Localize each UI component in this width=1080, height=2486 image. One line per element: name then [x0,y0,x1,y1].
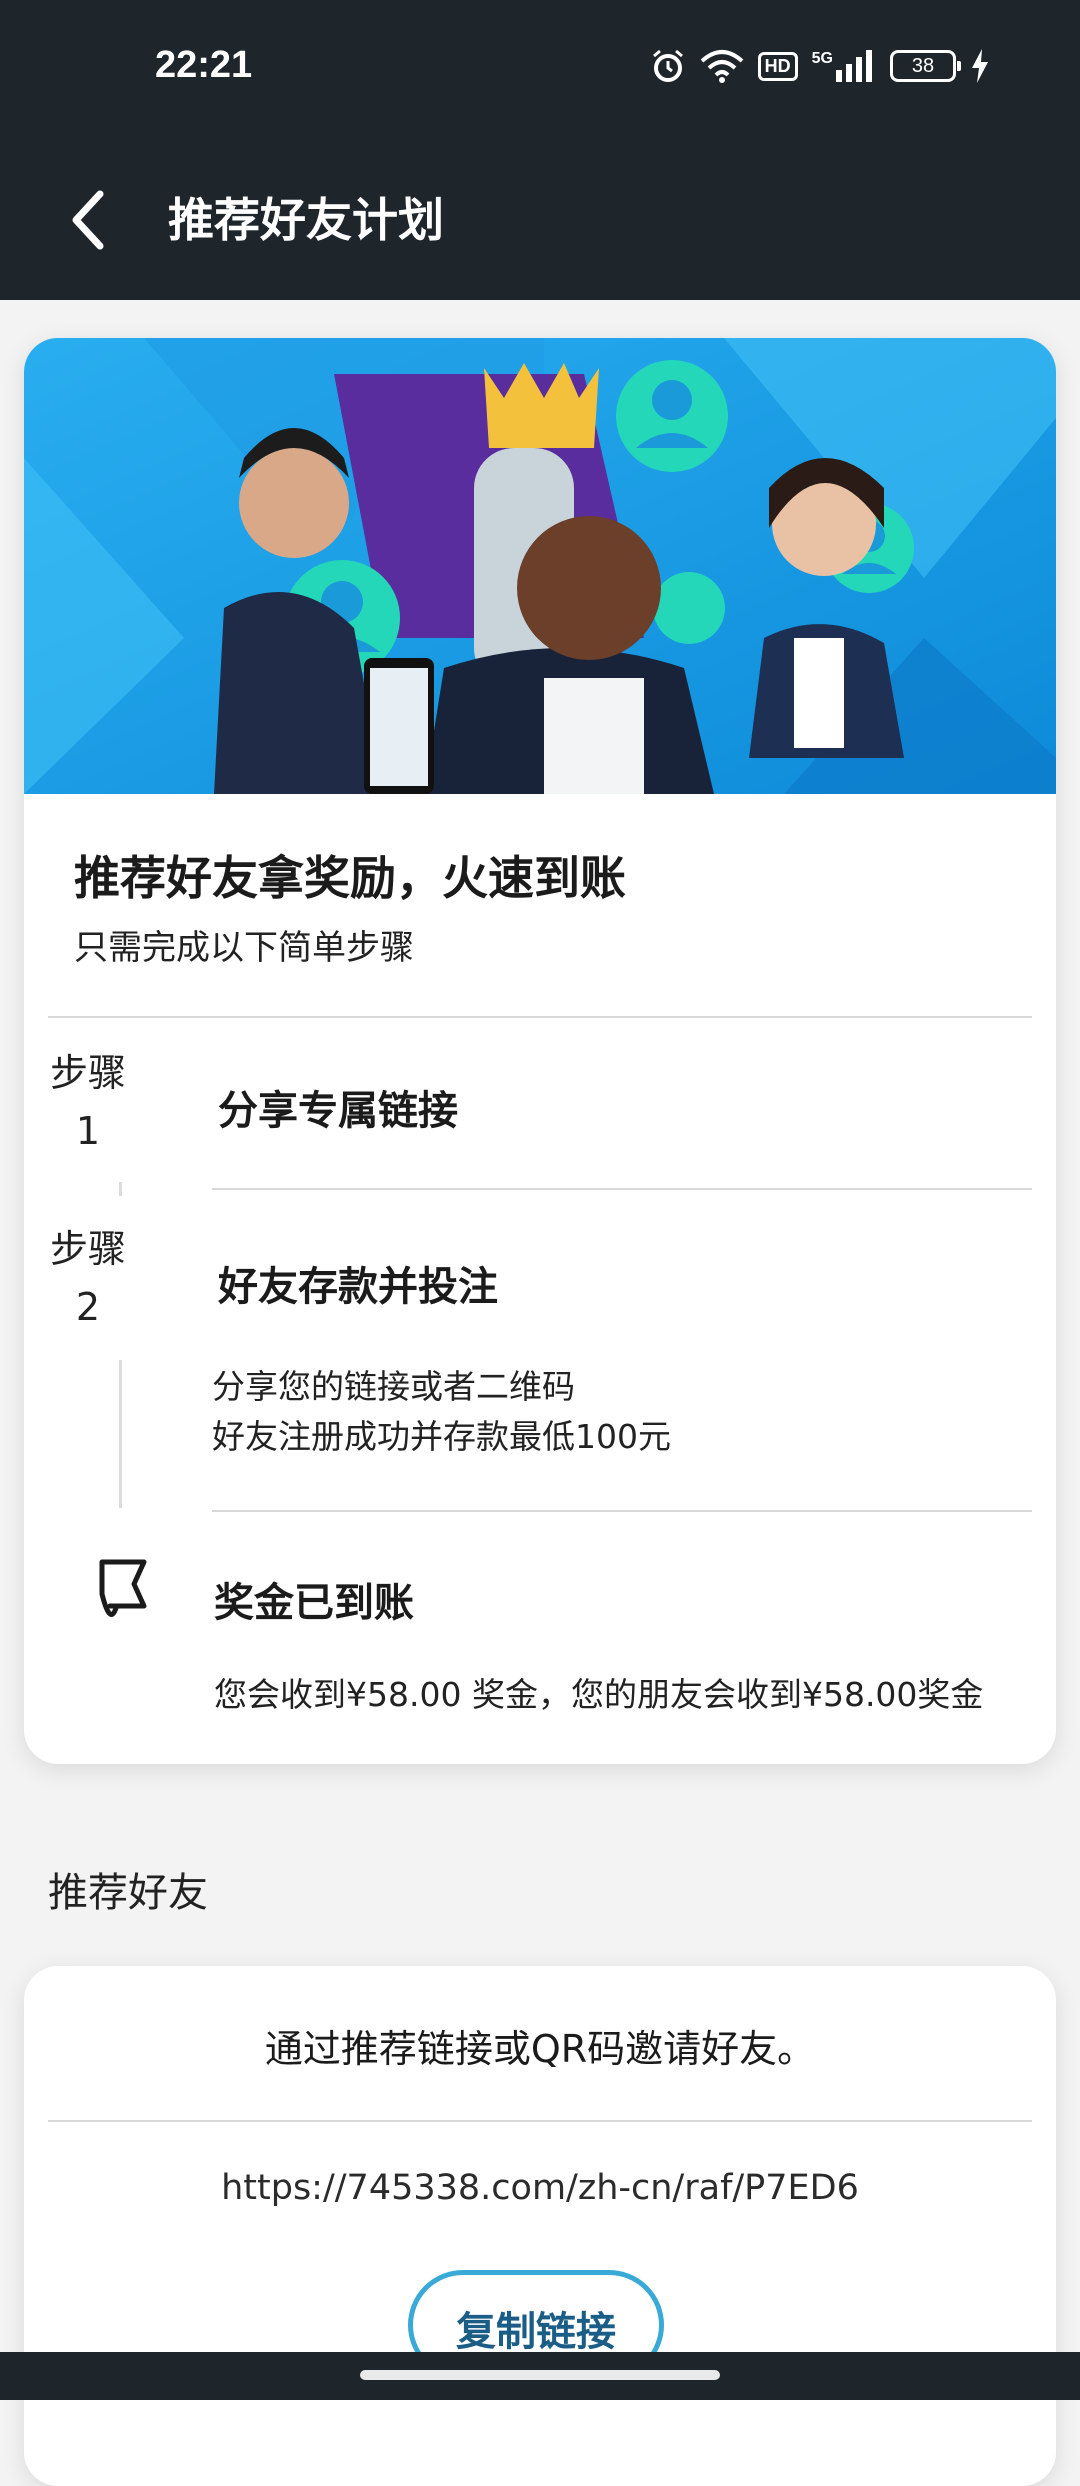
chevron-left-icon [72,190,104,250]
charging-icon [970,49,990,83]
divider [48,2120,1032,2122]
invite-text: 通过推荐链接或QR码邀请好友。 [264,2027,816,2071]
status-bar: 22:21 HD 5G 38 [0,0,1080,140]
step-1-word: 步骤 [49,1051,126,1095]
step-1-label: 步骤 1 [28,1044,148,1160]
invite-card: 通过推荐链接或QR码邀请好友。 https://745338.com/zh-cn… [24,1966,1056,2486]
home-gesture-handle[interactable] [360,2370,720,2380]
step-2-desc-line-2: 好友注册成功并存款最低100元 [212,1417,671,1456]
battery-icon: 38 [890,50,961,82]
step-connector [119,1360,122,1508]
back-button[interactable] [58,180,118,260]
promo-card: 推荐好友拿奖励，火速到账 只需完成以下简单步骤 步骤 1 分享专属链接 步骤 2… [24,338,1056,1764]
promo-banner-image [24,338,1056,794]
status-icons: HD 5G 38 [650,48,990,84]
copy-link-label: 复制链接 [456,2309,616,2355]
step-2-title: 好友存款并投注 [218,1264,498,1310]
step-2-number: 2 [75,1285,101,1329]
promo-headline: 推荐好友拿奖励，火速到账 [74,851,626,905]
step-connector [119,1182,122,1196]
step-2-word: 步骤 [49,1227,126,1271]
reward-title: 奖金已到账 [214,1580,414,1626]
wifi-icon [700,49,744,83]
hd-icon: HD [757,51,798,81]
step-1-title: 分享专属链接 [218,1088,458,1134]
divider [212,1510,1032,1512]
promo-subline: 只需完成以下简单步骤 [74,928,414,968]
battery-level: 38 [911,54,935,77]
divider [212,1188,1032,1190]
step-1-number: 1 [75,1109,101,1153]
reward-description: 您会收到¥58.00 奖金，您的朋友会收到¥58.00奖金 [214,1675,984,1714]
step-2-desc-line-1: 分享您的链接或者二维码 [212,1367,575,1406]
alarm-icon [650,48,686,84]
step-2-description: 分享您的链接或者二维码 好友注册成功并存款最低100元 [212,1362,671,1462]
divider [48,1016,1032,1018]
page-title: 推荐好友计划 [168,193,444,247]
signal-label: 5G [811,50,833,67]
section-title: 推荐好友 [48,1870,208,1916]
system-nav-bar [0,2352,1080,2400]
step-2-label: 步骤 2 [28,1220,148,1336]
signal-icon: 5G [812,50,876,82]
status-time: 22:21 [155,44,253,86]
app-header: 推荐好友计划 [0,140,1080,300]
flag-icon [92,1556,152,1632]
referral-link[interactable]: https://745338.com/zh-cn/raf/P7ED6 [24,2168,1056,2208]
